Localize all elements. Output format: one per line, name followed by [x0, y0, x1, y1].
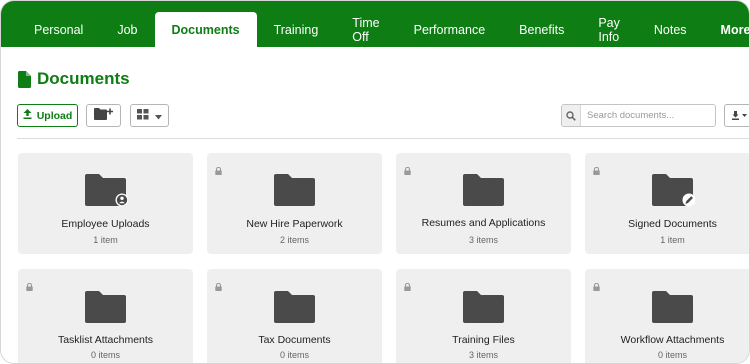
folder-icon: [84, 290, 128, 324]
folder-card[interactable]: Tasklist Attachments 0 items: [18, 269, 193, 363]
lock-icon: [593, 278, 600, 291]
folder-item-count: 1 item: [93, 235, 118, 245]
chevron-down-icon: [155, 107, 162, 125]
folder-icon: [273, 290, 317, 324]
folder-item-count: 3 items: [468, 235, 498, 245]
folder-icon: [273, 173, 317, 207]
folder-name: New Hire Paperwork: [246, 218, 343, 230]
toolbar: Upload: [17, 104, 749, 128]
lock-icon: [404, 162, 411, 175]
app-window: Personal Job Documents Training Time Off…: [0, 0, 750, 364]
upload-icon: [23, 109, 32, 122]
upload-label: Upload: [36, 109, 73, 122]
tab-notes[interactable]: Notes: [637, 12, 704, 47]
lock-icon: [26, 278, 33, 291]
download-button[interactable]: [724, 104, 749, 127]
lock-icon: [593, 162, 600, 175]
folder-icon: [462, 173, 506, 207]
page-title: Documents: [37, 69, 130, 88]
folder-name: Workflow Attachments: [620, 334, 725, 346]
folder-name: Training Files: [452, 334, 515, 346]
folder-card[interactable]: Signed Documents 1 item: [585, 153, 749, 254]
tab-documents[interactable]: Documents: [154, 12, 257, 47]
tab-job[interactable]: Job: [100, 12, 154, 47]
upload-button[interactable]: Upload: [17, 104, 78, 127]
folder-card[interactable]: New Hire Paperwork 2 items: [207, 153, 382, 254]
folder-item-count: 3 items: [468, 350, 498, 360]
folder-card[interactable]: Tax Documents 0 items: [207, 269, 382, 363]
tab-performance[interactable]: Performance: [397, 12, 503, 47]
divider: [17, 138, 749, 139]
view-toggle-button[interactable]: [130, 104, 169, 127]
tab-pay-info[interactable]: Pay Info: [581, 12, 637, 47]
folder-item-count: 0 items: [90, 350, 120, 360]
tab-personal[interactable]: Personal: [17, 12, 100, 47]
folder-card[interactable]: Workflow Attachments 0 items: [585, 269, 749, 363]
folder-name: Tax Documents: [258, 334, 331, 346]
tab-bar: Personal Job Documents Training Time Off…: [1, 1, 750, 47]
tab-training[interactable]: Training: [257, 12, 336, 47]
tab-benefits[interactable]: Benefits: [502, 12, 581, 47]
folder-item-count: 0 items: [657, 350, 687, 360]
folder-name: Employee Uploads: [61, 218, 150, 230]
document-icon: [18, 70, 31, 88]
lock-icon: [215, 278, 222, 291]
search-input[interactable]: [581, 110, 711, 121]
search-box: [561, 104, 716, 127]
grid-view-icon: [137, 107, 149, 125]
folder-name: Signed Documents: [628, 218, 717, 230]
folder-card[interactable]: Training Files 3 items: [396, 269, 571, 363]
folder-icon: [462, 290, 506, 324]
folder-card[interactable]: Employee Uploads 1 item: [18, 153, 193, 254]
more-menu-button[interactable]: More: [704, 12, 750, 47]
lock-icon: [404, 278, 411, 291]
folder-item-count: 0 items: [279, 350, 309, 360]
folder-item-count: 1 item: [660, 235, 685, 245]
download-icon: [731, 107, 748, 125]
folder-card[interactable]: Resumes and Applications 3 items: [396, 153, 571, 254]
folder-icon: [84, 173, 128, 207]
search-icon: [562, 105, 581, 126]
more-label: More: [720, 22, 750, 37]
folder-name: Resumes and Applications: [421, 217, 546, 229]
folder-name: Tasklist Attachments: [57, 334, 154, 346]
folder-item-count: 2 items: [279, 235, 309, 245]
page-header: Documents: [18, 69, 130, 89]
lock-icon: [215, 162, 222, 175]
folder-icon: [651, 290, 695, 324]
tab-time-off[interactable]: Time Off: [335, 12, 396, 47]
new-folder-icon: [93, 107, 114, 125]
new-folder-button[interactable]: [86, 104, 121, 127]
folder-icon: [651, 173, 695, 207]
